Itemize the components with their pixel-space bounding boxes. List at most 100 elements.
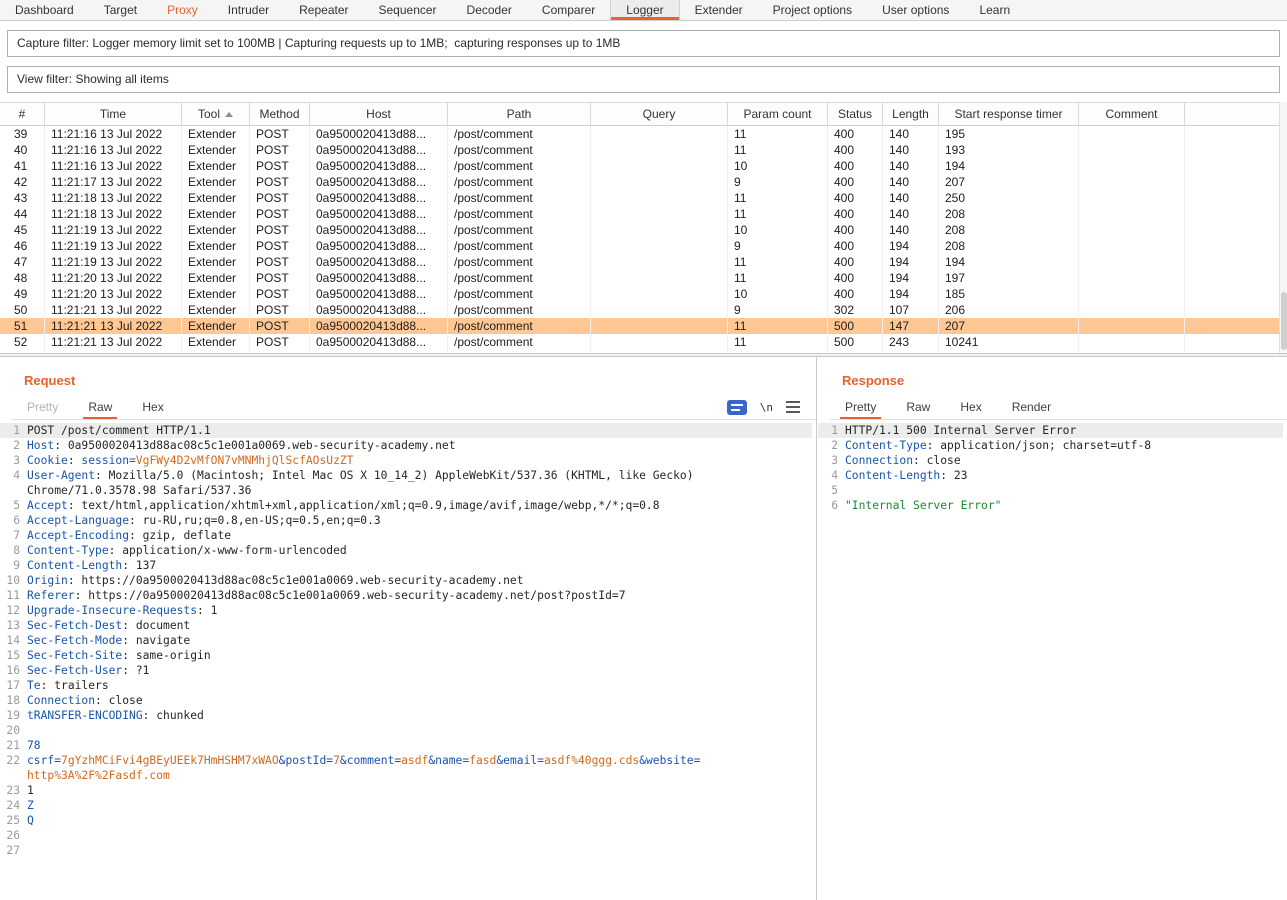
request-line-16[interactable]: 16Sec-Fetch-User: ?1 xyxy=(0,663,812,678)
response-line-2[interactable]: 2Content-Type: application/json; charset… xyxy=(818,438,1283,453)
editor-menu-icon[interactable] xyxy=(786,401,800,413)
request-line-5[interactable]: 5Accept: text/html,application/xhtml+xml… xyxy=(0,498,812,513)
column-header--[interactable]: # xyxy=(0,103,45,125)
response-line-4[interactable]: 4Content-Length: 23 xyxy=(818,468,1283,483)
nav-tab-sequencer[interactable]: Sequencer xyxy=(364,0,452,20)
column-header-query[interactable]: Query xyxy=(591,103,728,125)
request-line-18[interactable]: 18Connection: close xyxy=(0,693,812,708)
response-tab-render[interactable]: Render xyxy=(997,395,1066,419)
nav-tab-learn[interactable]: Learn xyxy=(964,0,1025,20)
request-line-content: Accept: text/html,application/xhtml+xml,… xyxy=(27,498,703,513)
column-header-time[interactable]: Time xyxy=(45,103,182,125)
cell-time: 11:21:22 13 Jul 2022 xyxy=(45,350,182,352)
nav-tab-extender[interactable]: Extender xyxy=(680,0,758,20)
cell-param-count: 10 xyxy=(728,286,828,302)
request-line-27[interactable]: 27 xyxy=(0,843,812,858)
request-line-8[interactable]: 8Content-Type: application/x-www-form-ur… xyxy=(0,543,812,558)
log-row-48[interactable]: 4811:21:20 13 Jul 2022ExtenderPOST0a9500… xyxy=(0,270,1287,286)
request-line-7[interactable]: 7Accept-Encoding: gzip, deflate xyxy=(0,528,812,543)
column-header-path[interactable]: Path xyxy=(448,103,591,125)
response-line-1[interactable]: 1HTTP/1.1 500 Internal Server Error xyxy=(818,423,1283,438)
nav-tab-intruder[interactable]: Intruder xyxy=(213,0,284,20)
request-line-21[interactable]: 2178 xyxy=(0,738,812,753)
request-line-15[interactable]: 15Sec-Fetch-Site: same-origin xyxy=(0,648,812,663)
log-row-51[interactable]: 5111:21:21 13 Jul 2022ExtenderPOST0a9500… xyxy=(0,318,1287,334)
capture-filter-bar[interactable]: Capture filter: Logger memory limit set … xyxy=(7,30,1280,57)
request-line-24[interactable]: 24Z xyxy=(0,798,812,813)
column-header-comment[interactable]: Comment xyxy=(1079,103,1185,125)
request-line-14[interactable]: 14Sec-Fetch-Mode: navigate xyxy=(0,633,812,648)
response-line-6[interactable]: 6"Internal Server Error" xyxy=(818,498,1283,513)
response-editor[interactable]: 1HTTP/1.1 500 Internal Server Error2Cont… xyxy=(818,423,1283,896)
request-tab-hex[interactable]: Hex xyxy=(127,395,178,419)
response-line-3[interactable]: 3Connection: close xyxy=(818,453,1283,468)
column-header-param-count[interactable]: Param count xyxy=(728,103,828,125)
request-tab-raw[interactable]: Raw xyxy=(73,395,127,419)
nav-tab-repeater[interactable]: Repeater xyxy=(284,0,363,20)
log-row-40[interactable]: 4011:21:16 13 Jul 2022ExtenderPOST0a9500… xyxy=(0,142,1287,158)
view-filter-bar[interactable]: View filter: Showing all items xyxy=(7,66,1280,93)
newline-toggle-icon[interactable]: \n xyxy=(760,401,773,414)
request-line-23[interactable]: 231 xyxy=(0,783,812,798)
cell-path: /post/comment xyxy=(448,190,591,206)
log-row-46[interactable]: 4611:21:19 13 Jul 2022ExtenderPOST0a9500… xyxy=(0,238,1287,254)
log-row-43[interactable]: 4311:21:18 13 Jul 2022ExtenderPOST0a9500… xyxy=(0,190,1287,206)
log-row-49[interactable]: 4911:21:20 13 Jul 2022ExtenderPOST0a9500… xyxy=(0,286,1287,302)
request-line-9[interactable]: 9Content-Length: 137 xyxy=(0,558,812,573)
request-panel: Request PrettyRawHex \n 1POST /post/comm… xyxy=(0,357,817,900)
nav-tab-project-options[interactable]: Project options xyxy=(758,0,867,20)
request-line-2[interactable]: 2Host: 0a9500020413d88ac08c5c1e001a0069.… xyxy=(0,438,812,453)
response-panel-title: Response xyxy=(842,373,904,388)
column-header-method[interactable]: Method xyxy=(250,103,310,125)
request-tab-pretty[interactable]: Pretty xyxy=(12,395,73,419)
response-tab-pretty[interactable]: Pretty xyxy=(830,395,891,419)
request-line-20[interactable]: 20 xyxy=(0,723,812,738)
request-line-3[interactable]: 3Cookie: session=VgFWy4D2vMfON7vMNMhjQlS… xyxy=(0,453,812,468)
request-line-19[interactable]: 19tRANSFER-ENCODING: chunked xyxy=(0,708,812,723)
log-row-39[interactable]: 3911:21:16 13 Jul 2022ExtenderPOST0a9500… xyxy=(0,126,1287,142)
response-line-5[interactable]: 5 xyxy=(818,483,1283,498)
nav-tab-comparer[interactable]: Comparer xyxy=(527,0,610,20)
request-line-17[interactable]: 17Te: trailers xyxy=(0,678,812,693)
request-line-22[interactable]: 22csrf=7gYzhMCiFvi4gBEyUEEk7HmHSHM7xWAO&… xyxy=(0,753,812,783)
column-header-tool[interactable]: Tool xyxy=(182,103,250,125)
cell--: 46 xyxy=(0,238,45,254)
request-line-content: 78 xyxy=(27,738,703,753)
request-line-4[interactable]: 4User-Agent: Mozilla/5.0 (Macintosh; Int… xyxy=(0,468,812,498)
column-header-start-response-timer[interactable]: Start response timer xyxy=(939,103,1079,125)
column-header-status[interactable]: Status xyxy=(828,103,883,125)
nav-tab-user-options[interactable]: User options xyxy=(867,0,964,20)
request-line-12[interactable]: 12Upgrade-Insecure-Requests: 1 xyxy=(0,603,812,618)
log-row-53[interactable]: 5311:21:22 13 Jul 2022ExtenderPOST0a9500… xyxy=(0,350,1287,352)
nav-tab-decoder[interactable]: Decoder xyxy=(452,0,527,20)
column-header-length[interactable]: Length xyxy=(883,103,939,125)
nav-tab-target[interactable]: Target xyxy=(89,0,152,20)
response-tab-raw[interactable]: Raw xyxy=(891,395,945,419)
request-line-6[interactable]: 6Accept-Language: ru-RU,ru;q=0.8,en-US;q… xyxy=(0,513,812,528)
log-row-45[interactable]: 4511:21:19 13 Jul 2022ExtenderPOST0a9500… xyxy=(0,222,1287,238)
request-line-11[interactable]: 11Referer: https://0a9500020413d88ac08c5… xyxy=(0,588,812,603)
table-scrollbar-thumb[interactable] xyxy=(1281,292,1287,350)
request-line-10[interactable]: 10Origin: https://0a9500020413d88ac08c5c… xyxy=(0,573,812,588)
request-line-content: tRANSFER-ENCODING: chunked xyxy=(27,708,703,723)
request-editor[interactable]: 1POST /post/comment HTTP/1.12Host: 0a950… xyxy=(0,423,812,896)
cell-host: 0a9500020413d88... xyxy=(310,206,448,222)
cell-length: 107 xyxy=(883,302,939,318)
log-row-42[interactable]: 4211:21:17 13 Jul 2022ExtenderPOST0a9500… xyxy=(0,174,1287,190)
log-row-52[interactable]: 5211:21:21 13 Jul 2022ExtenderPOST0a9500… xyxy=(0,334,1287,350)
request-line-13[interactable]: 13Sec-Fetch-Dest: document xyxy=(0,618,812,633)
request-line-25[interactable]: 25Q xyxy=(0,813,812,828)
request-line-1[interactable]: 1POST /post/comment HTTP/1.1 xyxy=(0,423,812,438)
log-row-41[interactable]: 4111:21:16 13 Jul 2022ExtenderPOST0a9500… xyxy=(0,158,1287,174)
column-header-host[interactable]: Host xyxy=(310,103,448,125)
nav-tab-proxy[interactable]: Proxy xyxy=(152,0,213,20)
table-scrollbar[interactable] xyxy=(1279,102,1287,353)
nav-tab-dashboard[interactable]: Dashboard xyxy=(0,0,89,20)
log-row-50[interactable]: 5011:21:21 13 Jul 2022ExtenderPOST0a9500… xyxy=(0,302,1287,318)
response-tab-hex[interactable]: Hex xyxy=(945,395,996,419)
log-row-47[interactable]: 4711:21:19 13 Jul 2022ExtenderPOST0a9500… xyxy=(0,254,1287,270)
log-row-44[interactable]: 4411:21:18 13 Jul 2022ExtenderPOST0a9500… xyxy=(0,206,1287,222)
request-line-26[interactable]: 26 xyxy=(0,828,812,843)
syntax-highlight-toggle-icon[interactable] xyxy=(727,400,747,415)
nav-tab-logger[interactable]: Logger xyxy=(610,0,679,20)
